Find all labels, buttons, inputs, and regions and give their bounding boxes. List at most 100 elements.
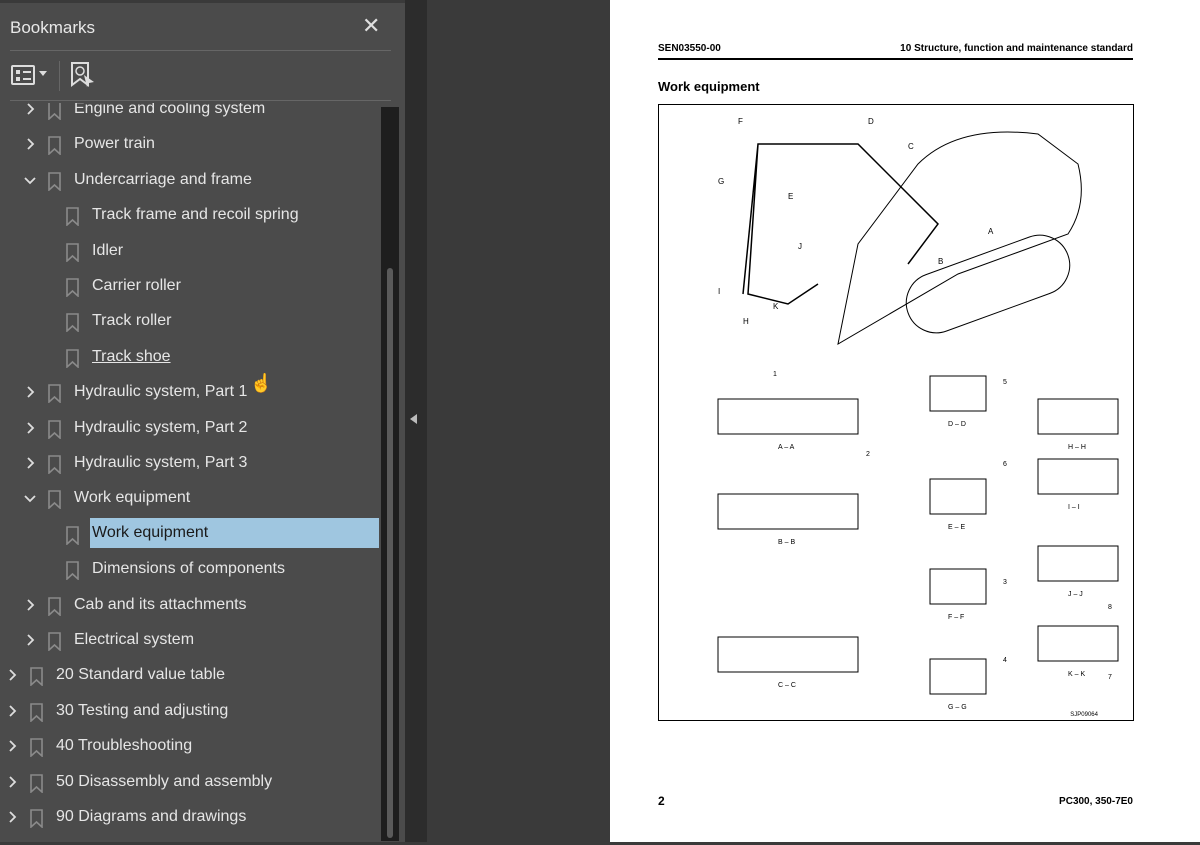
bookmark-label: 40 Troubleshooting — [56, 737, 193, 755]
bookmark-label: 90 Diagrams and drawings — [56, 808, 247, 825]
part-number: 4 — [1003, 657, 1007, 664]
bookmark-item[interactable]: 50 Disassembly and assembly — [0, 766, 380, 800]
bookmark-icon — [66, 561, 79, 581]
close-icon[interactable]: ✕ — [362, 13, 380, 39]
chevron-right-icon[interactable] — [5, 739, 19, 753]
bookmark-icon — [30, 738, 43, 758]
bookmark-icon — [48, 455, 61, 474]
bookmark-label: Undercarriage and frame — [74, 170, 252, 188]
header-rule — [658, 58, 1133, 60]
bookmark-label: Dimensions of components — [92, 560, 285, 578]
chevron-right-icon[interactable] — [23, 385, 37, 399]
chevron-right-icon[interactable] — [23, 633, 37, 647]
bookmark-item[interactable]: Cab and its attachments — [0, 589, 380, 623]
bookmark-item[interactable]: Hydraulic system, Part 2 — [0, 412, 380, 446]
find-current-bookmark-icon[interactable] — [70, 61, 96, 89]
doc-code: SEN03550-00 — [658, 43, 721, 54]
chevron-down-icon[interactable] — [39, 71, 47, 80]
bookmark-item[interactable]: Electrical system — [0, 624, 380, 658]
collapse-panel-icon[interactable] — [410, 414, 417, 424]
bookmark-item[interactable]: Track shoe — [0, 341, 380, 375]
view-label: H – H — [1068, 444, 1086, 451]
bookmark-icon — [66, 278, 79, 297]
bookmark-icon — [48, 419, 61, 439]
bookmark-item[interactable]: Idler — [0, 235, 380, 269]
bookmark-icon — [66, 525, 79, 545]
bookmark-label: 20 Standard value table — [56, 666, 226, 684]
chevron-right-icon[interactable] — [5, 668, 19, 682]
bookmark-icon — [66, 207, 79, 227]
bookmark-item[interactable]: Work equipment — [0, 482, 380, 516]
bookmark-item[interactable]: Track roller — [0, 305, 380, 339]
figure-callout: G — [718, 177, 724, 186]
view-label: D – D — [948, 421, 966, 428]
bookmark-icon — [48, 103, 61, 120]
bookmark-item[interactable]: Hydraulic system, Part 3 — [0, 447, 380, 481]
scrollbar-thumb[interactable] — [387, 268, 393, 838]
figure-callout: I — [718, 287, 720, 296]
bookmark-label: 30 Testing and adjusting — [56, 701, 229, 719]
chevron-down-icon[interactable] — [23, 173, 37, 187]
bookmark-icon — [30, 702, 43, 722]
bookmark-label: Carrier roller — [92, 277, 181, 294]
figure-callout: K — [773, 302, 779, 311]
bookmark-icon — [48, 632, 61, 651]
bookmark-item[interactable]: Engine and cooling system — [0, 103, 380, 127]
bookmark-item[interactable]: 90 Diagrams and drawings — [0, 801, 380, 835]
bookmark-tree: Engine and cooling system Power train Unde… — [0, 103, 380, 845]
view-label: C – C — [778, 682, 796, 689]
view-label: G – G — [948, 704, 967, 711]
page-number: 2 — [658, 794, 665, 808]
bookmark-icon — [48, 171, 61, 191]
figure-callout: A — [988, 227, 994, 236]
bookmark-label: Work equipment — [74, 489, 191, 507]
bookmark-icon — [66, 348, 79, 368]
bookmark-label: Hydraulic system, Part 3 — [74, 454, 248, 471]
figure-callout: F — [738, 117, 743, 126]
bookmark-item[interactable]: Carrier roller — [0, 270, 380, 304]
bookmark-label: Work equipment — [90, 517, 379, 548]
view-label: I – I — [1068, 504, 1080, 511]
bookmark-label: Idler — [92, 241, 124, 259]
chevron-right-icon[interactable] — [5, 704, 19, 718]
bookmark-icon — [48, 490, 61, 510]
bookmark-icon — [48, 136, 61, 156]
bookmarks-panel: Bookmarks ✕ Engine and cooling system Pow… — [0, 0, 405, 842]
chevron-right-icon[interactable] — [23, 421, 37, 435]
bookmark-item[interactable]: Hydraulic system, Part 1 — [0, 376, 380, 410]
work-equipment-figure: A B C D E F G H I J K A – A B – B C – C D – D E – E F – … — [658, 104, 1134, 721]
part-number: 8 — [1108, 604, 1112, 611]
chevron-down-icon[interactable] — [23, 491, 37, 505]
part-number: 7 — [1108, 674, 1112, 681]
bookmark-icon — [30, 773, 43, 793]
bookmark-item[interactable]: Work equipment — [0, 517, 380, 552]
chevron-right-icon[interactable] — [5, 810, 19, 824]
view-label: E – E — [948, 524, 965, 531]
bookmark-label: Track shoe — [92, 347, 171, 365]
bookmark-options-icon[interactable] — [11, 65, 35, 85]
chevron-right-icon[interactable] — [23, 456, 37, 470]
part-number: 3 — [1003, 579, 1007, 586]
figure-code: SJP09064 — [1070, 712, 1098, 718]
bookmark-item[interactable]: Dimensions of components — [0, 553, 380, 587]
figure-callout: J — [798, 242, 802, 251]
bookmark-item[interactable]: Power train — [0, 128, 380, 162]
bookmark-item[interactable]: 20 Standard value table — [0, 659, 380, 693]
bookmark-icon — [48, 384, 61, 404]
chevron-right-icon[interactable] — [23, 137, 37, 151]
chevron-right-icon[interactable] — [23, 598, 37, 612]
bookmark-item[interactable]: 40 Troubleshooting — [0, 730, 380, 764]
bookmark-label: Power train — [74, 135, 155, 153]
bookmark-item[interactable]: 30 Testing and adjusting — [0, 695, 380, 729]
bookmark-label: Track frame and recoil spring — [92, 206, 299, 224]
chevron-right-icon[interactable] — [5, 775, 19, 789]
chevron-right-icon[interactable] — [23, 103, 37, 116]
bookmark-label: 50 Disassembly and assembly — [56, 772, 273, 790]
bookmark-label: Engine and cooling system — [74, 103, 266, 117]
bookmark-item[interactable]: Undercarriage and frame — [0, 164, 380, 198]
bookmark-item[interactable]: Track frame and recoil spring — [0, 199, 380, 233]
view-label: A – A — [778, 444, 795, 451]
bookmark-icon — [30, 809, 43, 828]
bookmark-icon — [30, 667, 43, 687]
model-label: PC300, 350-7E0 — [1059, 796, 1133, 807]
